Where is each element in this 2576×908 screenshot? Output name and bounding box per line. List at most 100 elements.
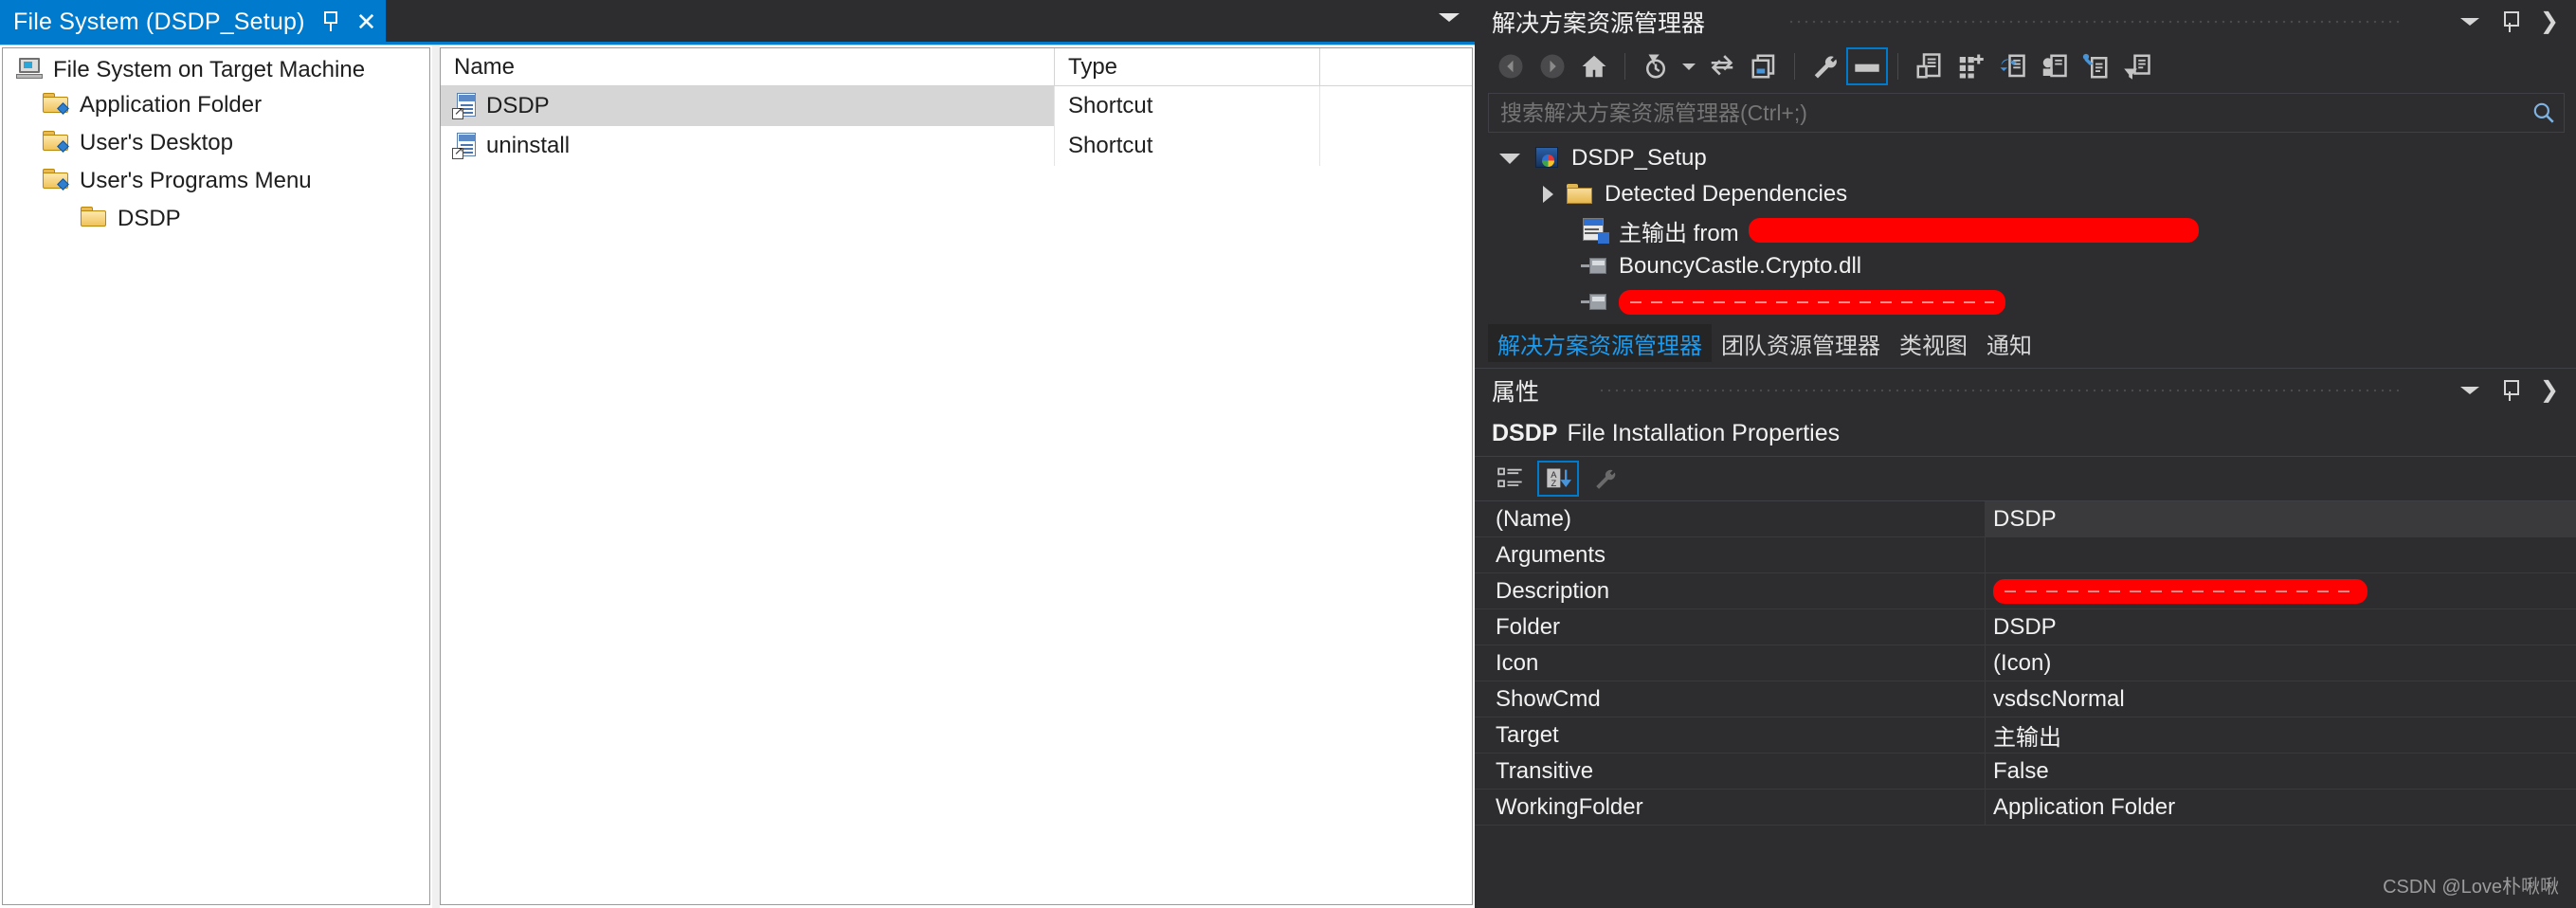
property-row-transitive[interactable]: Transitive False bbox=[1475, 753, 2576, 790]
close-icon[interactable]: ✕ bbox=[356, 9, 377, 34]
solution-tree-item-primary-output[interactable]: 主输出 from bbox=[1475, 212, 2576, 248]
tree-item-users-desktop[interactable]: User's Desktop bbox=[3, 124, 429, 162]
folder-icon bbox=[81, 206, 109, 232]
tab-team-explorer[interactable]: 团队资源管理器 bbox=[1712, 324, 1890, 362]
properties-subject: DSDP File Installation Properties bbox=[1475, 411, 2576, 457]
toolbar-separator bbox=[1897, 53, 1898, 80]
search-input[interactable] bbox=[1489, 100, 2564, 126]
file-name-cell[interactable]: uninstall bbox=[441, 126, 1055, 166]
chevron-down-icon[interactable] bbox=[2459, 18, 2479, 26]
property-value[interactable] bbox=[1985, 536, 2576, 573]
property-value[interactable]: DSDP bbox=[1985, 500, 2576, 537]
property-row-icon[interactable]: Icon (Icon) bbox=[1475, 645, 2576, 681]
property-value[interactable]: Application Folder bbox=[1985, 789, 2576, 826]
tree-item-label: DSDP bbox=[118, 206, 181, 231]
table-row[interactable]: uninstall Shortcut bbox=[441, 126, 1472, 166]
solution-tree-item-label: BouncyCastle.Crypto.dll bbox=[1619, 253, 1862, 279]
file-type-cell: Shortcut bbox=[1055, 126, 1320, 166]
alphabetical-sort-icon[interactable]: AZ bbox=[1537, 461, 1579, 497]
property-row-target[interactable]: Target 主输出 bbox=[1475, 717, 2576, 754]
panel-title-label: 解决方案资源管理器 bbox=[1492, 10, 1706, 37]
property-pages-icon[interactable] bbox=[1585, 461, 1626, 497]
solution-tree-item-detected-dependencies[interactable]: Detected Dependencies bbox=[1475, 176, 2576, 212]
property-value[interactable]: DSDP bbox=[1985, 608, 2576, 645]
properties-window-icon[interactable] bbox=[1846, 47, 1888, 85]
document-tabstrip: File System (DSDP_Setup) ✕ bbox=[0, 0, 1475, 45]
show-all-files-icon[interactable] bbox=[1908, 47, 1950, 85]
property-row-workingfolder[interactable]: WorkingFolder Application Folder bbox=[1475, 789, 2576, 826]
properties-wrench-icon[interactable] bbox=[1805, 47, 1846, 85]
tree-item-dsdp[interactable]: DSDP bbox=[3, 200, 429, 238]
column-header-name[interactable]: Name bbox=[441, 47, 1055, 92]
home-icon[interactable] bbox=[1573, 47, 1615, 85]
property-row-folder[interactable]: Folder DSDP bbox=[1475, 608, 2576, 645]
properties-title-label: 属性 bbox=[1492, 378, 1540, 406]
shortcut-icon bbox=[452, 93, 477, 119]
forward-icon[interactable] bbox=[1532, 47, 1573, 85]
refresh-icon[interactable] bbox=[1991, 47, 2033, 85]
search-box[interactable] bbox=[1488, 93, 2565, 133]
property-value[interactable] bbox=[1985, 572, 2576, 609]
tree-item-application-folder[interactable]: Application Folder bbox=[3, 86, 429, 124]
document-tab-file-system[interactable]: File System (DSDP_Setup) ✕ bbox=[0, 0, 387, 44]
properties-title-bar: 属性 ❯ bbox=[1475, 368, 2576, 411]
property-grid[interactable]: (Name) DSDP Arguments Description Folder… bbox=[1475, 500, 2576, 826]
solution-tree-item-dsdp-setup[interactable]: DSDP_Setup bbox=[1475, 140, 2576, 176]
tree-root-item[interactable]: File System on Target Machine bbox=[3, 48, 429, 86]
filter-icon[interactable] bbox=[2116, 47, 2158, 85]
table-row[interactable]: DSDP Shortcut bbox=[441, 86, 1472, 126]
property-key: Folder bbox=[1496, 613, 1561, 640]
tab-class-view[interactable]: 类视图 bbox=[1890, 324, 1977, 362]
solution-tree-item-redacted[interactable] bbox=[1475, 284, 2576, 320]
pane-splitter[interactable] bbox=[432, 45, 440, 908]
property-row-name[interactable]: (Name) DSDP bbox=[1475, 500, 2576, 537]
pin-icon[interactable] bbox=[320, 10, 341, 33]
primary-output-icon bbox=[1581, 217, 1609, 244]
chevron-down-icon[interactable] bbox=[1677, 47, 1701, 85]
pending-changes-filter-icon[interactable] bbox=[1635, 47, 1677, 85]
property-row-showcmd[interactable]: ShowCmd vsdscNormal bbox=[1475, 681, 2576, 717]
property-row-arguments[interactable]: Arguments bbox=[1475, 536, 2576, 573]
view-class-diagram-icon[interactable] bbox=[2033, 47, 2075, 85]
file-system-tree[interactable]: File System on Target Machine Applicatio… bbox=[2, 47, 430, 905]
file-name-cell[interactable]: DSDP bbox=[441, 86, 1055, 126]
add-new-item-icon[interactable] bbox=[1950, 47, 1991, 85]
property-value[interactable]: (Icon) bbox=[1985, 645, 2576, 681]
vs-window: File System (DSDP_Setup) ✕ File System o… bbox=[0, 0, 2576, 908]
property-value[interactable]: 主输出 bbox=[1985, 717, 2576, 754]
tab-solution-explorer[interactable]: 解决方案资源管理器 bbox=[1488, 324, 1712, 362]
property-key: Target bbox=[1496, 721, 1559, 748]
categorized-icon[interactable] bbox=[1490, 461, 1532, 497]
tab-notifications[interactable]: 通知 bbox=[1977, 324, 2041, 362]
drag-grip[interactable] bbox=[1598, 387, 2400, 395]
redaction-bar bbox=[1748, 218, 2199, 243]
search-icon[interactable] bbox=[2531, 100, 2556, 125]
file-list[interactable]: Name Type DSDP Shortcut bbox=[440, 47, 1473, 905]
property-value[interactable]: False bbox=[1985, 753, 2576, 790]
back-icon[interactable] bbox=[1490, 47, 1532, 85]
property-value[interactable]: vsdscNormal bbox=[1985, 681, 2576, 717]
property-row-description[interactable]: Description bbox=[1475, 572, 2576, 609]
preview-selected-items-icon[interactable] bbox=[1743, 47, 1785, 85]
tree-item-users-programs-menu[interactable]: User's Programs Menu bbox=[3, 162, 429, 200]
pin-icon[interactable] bbox=[2500, 380, 2519, 401]
sync-with-active-document-icon[interactable] bbox=[1701, 47, 1743, 85]
right-dock: 解决方案资源管理器 ❯ 搜索解决方案资源管理器(Ctrl+;) DSDP_Set… bbox=[1475, 0, 2576, 908]
tree-root-label: File System on Target Machine bbox=[53, 57, 366, 82]
property-key: ShowCmd bbox=[1496, 685, 1601, 712]
solution-tree[interactable]: DSDP_Setup Detected Dependencies 主输出 fro… bbox=[1475, 133, 2576, 320]
chevron-down-icon[interactable] bbox=[1499, 153, 1520, 164]
chevron-down-icon[interactable] bbox=[2459, 387, 2479, 394]
column-header-type[interactable]: Type bbox=[1055, 47, 1320, 92]
tree-item-label: User's Desktop bbox=[80, 130, 233, 155]
view-code-icon[interactable] bbox=[2075, 47, 2116, 85]
dependency-icon bbox=[1581, 291, 1609, 314]
close-icon[interactable]: ❯ bbox=[2540, 379, 2559, 402]
chevron-down-icon[interactable] bbox=[1439, 13, 1460, 22]
chevron-right-icon[interactable] bbox=[1543, 186, 1553, 203]
property-key: Description bbox=[1496, 577, 1610, 604]
drag-grip[interactable] bbox=[1787, 18, 2400, 27]
pin-icon[interactable] bbox=[2500, 11, 2519, 32]
close-icon[interactable]: ❯ bbox=[2540, 10, 2559, 33]
solution-tree-item-bouncycastle[interactable]: BouncyCastle.Crypto.dll bbox=[1475, 248, 2576, 284]
